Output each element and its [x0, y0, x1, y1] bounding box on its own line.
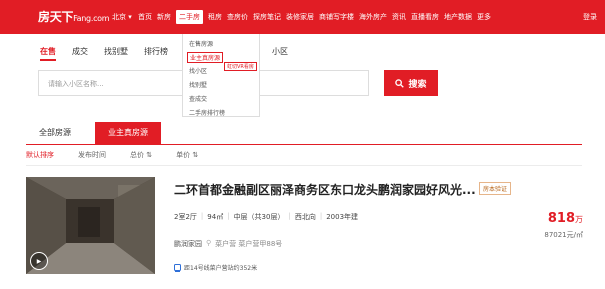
- nav-item-overseas[interactable]: 海外房产: [359, 12, 387, 24]
- vr-tooltip: 虹切VR看房: [224, 62, 257, 71]
- main-nav: 首页 新房 二手房 租房 查房价 探房笔记 装修家居 商铺写字楼 海外房产 资讯…: [138, 10, 491, 24]
- sort-bar: 默认排序 发布时间 总价 ⇅ 单价 ⇅: [26, 150, 198, 160]
- listing-layout: 2室2厅: [174, 213, 197, 221]
- sort-arrow-icon: ⇅: [192, 151, 199, 159]
- city-selector[interactable]: 北京 ▾: [112, 12, 132, 22]
- search-icon: [395, 78, 405, 88]
- tab-villa[interactable]: 找别墅: [104, 46, 128, 61]
- verified-badge: 房本验证: [479, 182, 512, 195]
- listing-info: 2室2厅 | 94㎡ | 中层（共30层） | 西北向 | 2003年建: [174, 212, 358, 222]
- logo-text: 房天下: [38, 10, 74, 24]
- nav-item-price[interactable]: 查房价: [227, 12, 248, 24]
- listing-title[interactable]: 二环首都金融副区丽泽商务区东口龙头鹏润家园好风光...: [174, 181, 476, 198]
- nav-item-second-hand[interactable]: 二手房: [176, 10, 203, 24]
- nav-item-live[interactable]: 直播看房: [411, 12, 439, 24]
- subway-info: 距14号线菜户营站约352米: [174, 263, 257, 272]
- nav-item-new-house[interactable]: 新房: [157, 12, 171, 24]
- sort-default[interactable]: 默认排序: [26, 150, 54, 160]
- nav-item-office[interactable]: 商铺写字楼: [319, 12, 354, 24]
- nav-item-decor[interactable]: 装修家居: [286, 12, 314, 24]
- listing-year: 2003年建: [326, 213, 359, 221]
- location-pin-icon: ⚲: [206, 239, 212, 247]
- sort-arrow-icon: ⇅: [146, 151, 153, 159]
- nav-item-news[interactable]: 资讯: [392, 12, 406, 24]
- tab-all-listings[interactable]: 全部房源: [26, 122, 84, 144]
- nav-item-notes[interactable]: 探房笔记: [253, 12, 281, 24]
- logo-domain: Fang.com: [73, 14, 110, 23]
- tab-community[interactable]: 小区: [272, 46, 288, 57]
- listing-photo[interactable]: ▶: [26, 177, 155, 274]
- subway-icon: [174, 263, 181, 272]
- dropdown-item-transactions[interactable]: 查成交: [189, 94, 207, 103]
- top-navigation-bar: 房天下Fang.com 北京 ▾ 首页 新房 二手房 租房 查房价 探房笔记 装…: [0, 0, 605, 34]
- nav-item-rent[interactable]: 租房: [208, 12, 222, 24]
- community-address: 菜户营 菜户营甲88号: [215, 240, 283, 248]
- logo[interactable]: 房天下Fang.com: [38, 8, 110, 25]
- search-button-label: 搜索: [408, 79, 427, 90]
- tab-ranking[interactable]: 排行榜: [144, 46, 168, 61]
- listing-area: 94㎡: [207, 213, 224, 221]
- divider: [26, 165, 582, 166]
- nav-item-data[interactable]: 地产数据: [444, 12, 472, 24]
- separator: |: [319, 212, 323, 220]
- login-link[interactable]: 登录: [583, 12, 597, 22]
- listing-community: 鹏润家园 ⚲ 菜户营 菜户营甲88号: [174, 239, 282, 249]
- listing-type-tabs: 在售 成交 找别墅 排行榜: [40, 46, 168, 61]
- nav-item-home[interactable]: 首页: [138, 12, 152, 24]
- sort-unit-price[interactable]: 单价 ⇅: [176, 150, 198, 160]
- price-unit: 万: [575, 215, 583, 224]
- listing-floor: 中层（共30层）: [233, 213, 285, 221]
- city-label: 北京: [112, 13, 126, 21]
- tab-owner-listings[interactable]: 业主真房源: [95, 122, 161, 144]
- dropdown-item-find-community[interactable]: 找小区: [189, 66, 207, 75]
- dropdown-item-on-sale[interactable]: 在售房源: [189, 39, 213, 48]
- dropdown-item-ranking[interactable]: 二手房排行榜: [189, 108, 225, 117]
- play-video-icon[interactable]: ▶: [30, 252, 48, 270]
- sort-publish-time[interactable]: 发布时间: [78, 150, 106, 160]
- nav-item-more[interactable]: 更多: [477, 12, 491, 24]
- search-button[interactable]: 搜索: [384, 70, 438, 96]
- tab-transactions[interactable]: 成交: [72, 46, 88, 61]
- sort-total-price[interactable]: 总价 ⇅: [130, 150, 152, 160]
- separator: |: [200, 212, 204, 220]
- tab-on-sale[interactable]: 在售: [40, 46, 56, 61]
- separator: |: [227, 212, 230, 220]
- subway-distance: 距14号线菜户营站约352米: [184, 265, 258, 272]
- separator: |: [288, 212, 291, 220]
- total-price: 818万: [548, 211, 583, 226]
- community-name[interactable]: 鹏润家园: [174, 239, 202, 249]
- source-filter-tabs: 全部房源 业主真房源: [26, 122, 582, 145]
- listing-orientation: 西北向: [294, 213, 316, 221]
- second-hand-dropdown: 在售房源 业主真房源 找小区 找别墅 查成交 二手房排行榜: [182, 34, 260, 117]
- sort-total-price-label: 总价: [130, 151, 144, 159]
- dropdown-item-find-villa[interactable]: 找别墅: [189, 80, 207, 89]
- dropdown-item-owner-listings[interactable]: 业主真房源: [187, 52, 224, 63]
- unit-price: 87021元/㎡: [544, 231, 583, 239]
- sort-unit-price-label: 单价: [176, 151, 191, 159]
- total-price-value: 818: [547, 211, 575, 226]
